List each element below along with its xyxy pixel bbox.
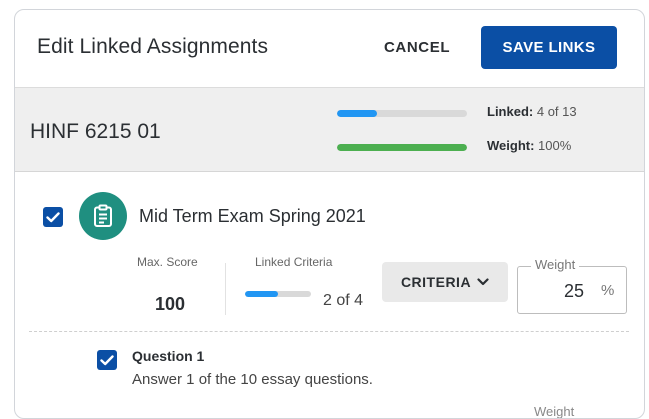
dashed-divider (29, 331, 629, 332)
course-name: HINF 6215 01 (30, 120, 161, 143)
question-title: Question 1 (132, 348, 205, 364)
linked-value: 4 of 13 (536, 104, 577, 119)
edit-linked-assignments-dialog: Edit Linked Assignments CANCEL SAVE LINK… (14, 9, 645, 419)
question-checkbox[interactable] (97, 350, 117, 370)
weight-input-value[interactable]: 25 (542, 281, 584, 302)
max-score-label: Max. Score (137, 255, 198, 269)
weight-stat: Weight: 100% (487, 138, 571, 153)
question-weight-label: Weight (534, 404, 575, 419)
save-links-button[interactable]: SAVE LINKS (481, 26, 617, 69)
linked-criteria-value: 2 of 4 (323, 292, 364, 309)
linked-progress-bar (337, 110, 467, 117)
course-summary: HINF 6215 01 Linked: 4 of 13 Weight: 100… (15, 87, 644, 172)
clipboard-icon (79, 192, 127, 240)
question-description: Answer 1 of the 10 essay questions. (132, 371, 373, 388)
weight-label: Weight: (487, 138, 535, 153)
weight-progress-bar (337, 144, 467, 151)
linked-stat: Linked: 4 of 13 (487, 104, 577, 119)
weight-unit: % (601, 282, 615, 299)
meta-divider (225, 263, 226, 315)
weight-progress-fill (337, 144, 467, 151)
linked-progress-fill (337, 110, 378, 117)
weight-value: 100% (538, 138, 572, 153)
chevron-down-icon (477, 278, 489, 286)
weight-input-label: Weight (531, 257, 580, 272)
linked-criteria-fill (245, 291, 278, 297)
cancel-button[interactable]: CANCEL (384, 39, 450, 56)
dialog-title: Edit Linked Assignments (37, 35, 269, 58)
assignment-checkbox[interactable] (43, 207, 63, 227)
dialog-header: Edit Linked Assignments CANCEL SAVE LINK… (15, 10, 644, 87)
max-score-value: 100 (155, 294, 186, 314)
criteria-button-label: CRITERIA (400, 274, 472, 290)
linked-label: Linked: (487, 104, 534, 119)
assignment-title: Mid Term Exam Spring 2021 (139, 206, 366, 226)
checkmark-icon (46, 211, 60, 222)
criteria-dropdown-button[interactable]: CRITERIA (382, 262, 508, 302)
linked-criteria-bar (245, 291, 311, 297)
linked-criteria-label: Linked Criteria (255, 255, 333, 269)
checkmark-icon (100, 354, 114, 365)
